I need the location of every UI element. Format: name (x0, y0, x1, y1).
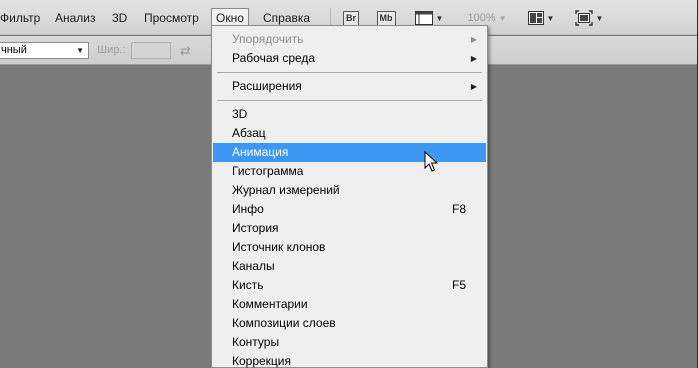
menu-item-label: Инфо (232, 202, 264, 216)
zoom-level: 100% (467, 12, 496, 24)
menu-item[interactable]: Коррекция (213, 352, 486, 368)
menu-item-label: Каналы (232, 259, 275, 273)
menu-item-label: 3D (232, 107, 248, 121)
chevron-down-icon: ▼ (76, 46, 84, 55)
menu-item[interactable]: Расширения ▶ (213, 77, 486, 96)
menu-item-label: Кисть (232, 278, 264, 292)
swap-icon[interactable]: ⇄ (180, 43, 191, 59)
menu-item[interactable]: Анимация (213, 143, 486, 162)
menu-item-label: Комментарии (232, 297, 308, 311)
style-select-value: чный (1, 44, 27, 56)
menu-item-label: Расширения (232, 79, 302, 93)
menu-item[interactable]: История (213, 219, 486, 238)
menu-item[interactable]: Каналы (213, 257, 486, 276)
chevron-down-icon: ▼ (498, 13, 507, 23)
menu-separator (217, 100, 482, 101)
menu-item-label: Упорядочить (232, 32, 304, 46)
menu-item-label: Анимация (232, 145, 289, 159)
menu-item[interactable]: 3D (213, 105, 486, 124)
screen-mode-button[interactable]: ▼ (572, 8, 606, 28)
submenu-arrow-icon: ▶ (470, 82, 477, 91)
width-field[interactable] (131, 42, 171, 59)
menu-item-shortcut: F5 (451, 278, 466, 292)
menu-item[interactable]: Источник клонов (213, 238, 486, 257)
menu-item[interactable]: Абзац (213, 124, 486, 143)
menu-separator (217, 72, 482, 73)
menu-item-label: Контуры (232, 335, 280, 349)
menu-item[interactable]: Кисть F5 (213, 276, 486, 295)
menu-item[interactable]: Рабочая среда ▶ (213, 49, 486, 68)
bridge-icon: Br (342, 10, 359, 26)
menu-filter[interactable]: Фильтр (0, 8, 44, 28)
menu-item[interactable]: Журнал измерений (213, 181, 486, 200)
menu-item-label: Журнал измерений (232, 183, 340, 197)
menu-item-label: Гистограмма (232, 164, 304, 178)
menu-item[interactable]: Комментарии (213, 295, 486, 314)
arrange-documents-icon (527, 11, 544, 25)
menu-item-label: История (232, 221, 279, 235)
menu-item[interactable]: Гистограмма (213, 162, 486, 181)
menu-item[interactable]: Композиции слоев (213, 314, 486, 333)
menu-item-label: Коррекция (232, 354, 292, 368)
menu-analysis[interactable]: Анализ (51, 8, 100, 28)
submenu-arrow-icon: ▶ (470, 35, 477, 44)
window-menu-dropdown: Упорядочить ▶ Рабочая среда ▶ Расширения ▶ 3D А… (211, 25, 488, 368)
arrange-documents-button[interactable]: ▼ (525, 8, 557, 28)
menu-item-label: Рабочая среда (232, 51, 316, 65)
menu-3d[interactable]: 3D (108, 8, 131, 28)
view-extras-icon (414, 11, 433, 25)
mouse-cursor-icon (424, 151, 438, 172)
chevron-down-icon: ▼ (546, 13, 555, 23)
mini-bridge-icon: Mb (376, 10, 396, 26)
screen-mode-icon (574, 10, 593, 26)
submenu-arrow-icon: ▶ (470, 54, 477, 63)
menu-item[interactable]: Контуры (213, 333, 486, 352)
menu-view[interactable]: Просмотр (140, 8, 203, 28)
menu-item-shortcut: F8 (451, 202, 466, 216)
width-label: Шир.: (97, 44, 126, 56)
menu-item[interactable]: Инфо F8 (213, 200, 486, 219)
style-select[interactable]: чный ▼ (0, 42, 89, 59)
menu-item-label: Композиции слоев (232, 316, 336, 330)
menu-item-label: Абзац (232, 126, 266, 140)
chevron-down-icon: ▼ (595, 13, 604, 23)
menu-item-label: Источник клонов (232, 240, 326, 254)
menu-item: Упорядочить ▶ (213, 30, 486, 49)
chevron-down-icon: ▼ (435, 13, 444, 23)
